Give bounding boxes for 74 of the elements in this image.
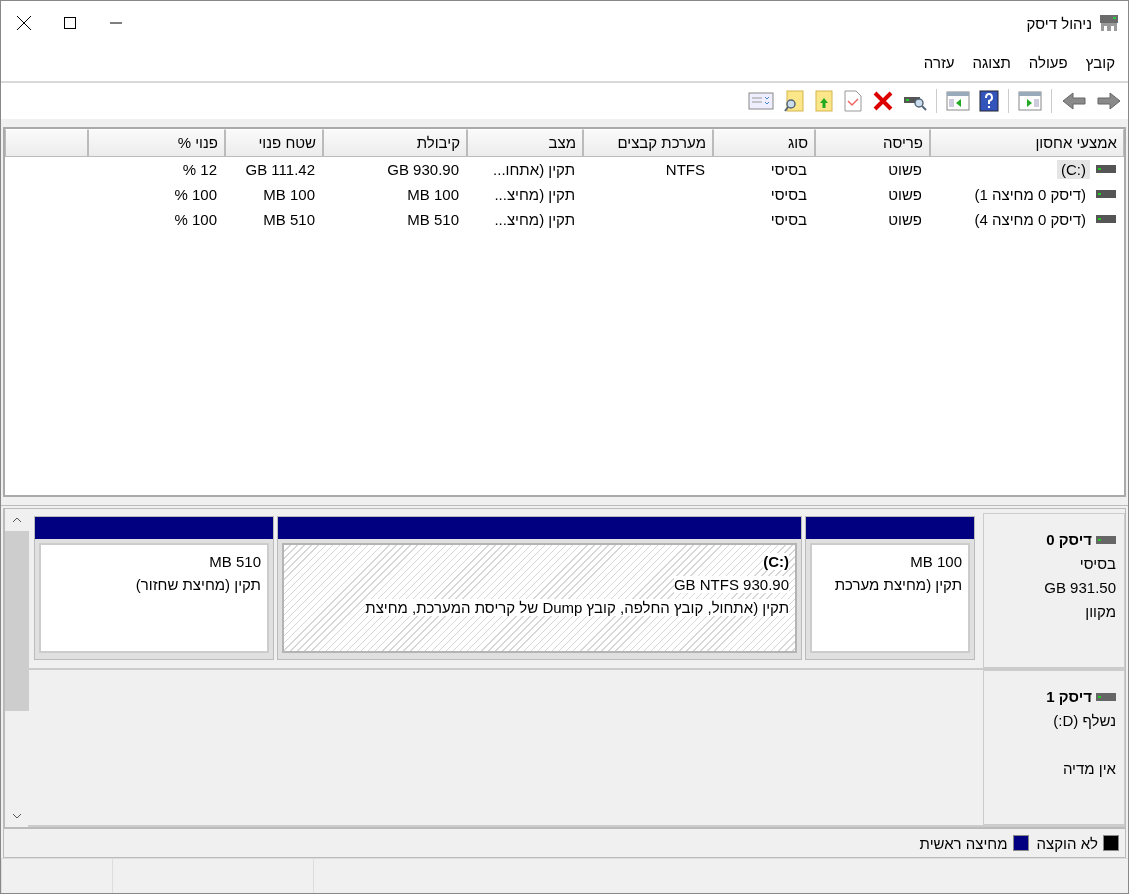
- menu-item[interactable]: קובץ: [1076, 54, 1124, 72]
- window-title: ניהול דיסק: [1026, 14, 1092, 32]
- scroll-up-icon[interactable]: [11, 517, 22, 524]
- volume-name[interactable]: (דיסק 0 מחיצה 4): [970, 209, 1090, 229]
- disk-management-icon: [1098, 13, 1120, 33]
- pane-icon[interactable]: [946, 90, 970, 111]
- column-header[interactable]: קיבולת: [323, 128, 467, 157]
- table-cell: 100 %: [174, 210, 217, 228]
- properties-icon[interactable]: [748, 90, 774, 111]
- menu-item[interactable]: תצוגה: [963, 54, 1020, 72]
- column-header[interactable]: סוג: [713, 128, 815, 157]
- document-check-icon[interactable]: [843, 89, 863, 112]
- drive-icon: [1096, 693, 1116, 702]
- table-cell: 100 %: [174, 185, 217, 203]
- disk-name: דיסק 1: [1046, 687, 1092, 708]
- close-icon: [17, 16, 31, 30]
- partition-info: תקין (אתחול, קובץ החלפה, קובץ Dump של קריסת המערכת, מחיצת: [365, 599, 789, 617]
- drive-icon: [1096, 214, 1116, 225]
- drive-icon: [1096, 189, 1116, 200]
- table-cell: בסיסי: [770, 210, 807, 228]
- legend-label: לא הוקצה: [1036, 834, 1098, 852]
- table-cell: פשוט: [888, 210, 922, 228]
- table-cell: 12 %: [182, 160, 217, 178]
- table-cell: תקין (אתחו...: [493, 160, 575, 178]
- table-cell: NTFS: [665, 160, 705, 178]
- forward-arrow-icon[interactable]: [1096, 89, 1122, 112]
- help-icon[interactable]: [979, 89, 999, 112]
- column-header[interactable]: מערכת קבצים: [583, 128, 713, 157]
- scroll-down-icon[interactable]: [11, 813, 22, 820]
- column-header[interactable]: פריסה: [815, 128, 930, 157]
- table-cell: בסיסי: [770, 185, 807, 203]
- partition-info: 510 MB: [209, 553, 261, 571]
- disk-status: אין מדיה: [1062, 760, 1116, 778]
- table-cell: 111.42 GB: [245, 160, 315, 178]
- volume-name[interactable]: (C:): [1057, 159, 1090, 179]
- table-cell: פשוט: [888, 160, 922, 178]
- disk-status: מקוון: [1085, 603, 1116, 621]
- partition-info: 100 MB: [910, 553, 962, 571]
- table-cell: 510 MB: [407, 210, 459, 228]
- back-arrow-icon[interactable]: [1061, 89, 1087, 112]
- scrollbar[interactable]: [4, 509, 28, 828]
- partition-info: תקין (מחיצת מערכת: [834, 576, 962, 594]
- partition-info: 930.90 GB NTFS: [673, 576, 789, 594]
- folder-search-icon[interactable]: [783, 89, 805, 112]
- disk-type: נשלף (D:): [1053, 712, 1116, 730]
- table-cell: 100 MB: [263, 185, 315, 203]
- table-cell: בסיסי: [770, 160, 807, 178]
- column-header[interactable]: מצב: [467, 128, 583, 157]
- delete-icon[interactable]: [872, 89, 894, 112]
- table-cell: 930.90 GB: [387, 160, 459, 178]
- disk-type: בסיסי: [1079, 555, 1116, 573]
- menu-item[interactable]: פעולה: [1019, 54, 1077, 72]
- menu-item[interactable]: עזרה: [914, 54, 964, 72]
- table-cell: תקין (מחיצ...: [494, 185, 575, 203]
- partition-title: (C:): [763, 553, 789, 571]
- folder-up-icon[interactable]: [814, 89, 834, 112]
- disk-label-panel[interactable]: דיסק 1 נשלף (D:) אין מדיה: [983, 670, 1125, 826]
- table-cell: 510 MB: [263, 210, 315, 228]
- drive-icon: [1096, 536, 1116, 545]
- disk-name: דיסק 0: [1046, 530, 1092, 551]
- column-header[interactable]: שטח פנוי: [225, 128, 323, 157]
- partition-info: תקין (מחיצת שחזור): [135, 576, 261, 594]
- pane-icon[interactable]: [1018, 90, 1042, 111]
- maximize-icon: [64, 17, 76, 29]
- drive-icon: [1096, 164, 1116, 175]
- table-cell: 100 MB: [407, 185, 459, 203]
- legend-label: מחיצה ראשית: [919, 834, 1008, 852]
- disk-size: 931.50 GB: [1044, 579, 1116, 597]
- volume-name[interactable]: (דיסק 0 מחיצה 1): [970, 184, 1090, 204]
- table-cell: תקין (מחיצ...: [494, 210, 575, 228]
- table-cell: פשוט: [888, 185, 922, 203]
- column-header[interactable]: [5, 128, 88, 157]
- column-header[interactable]: פנוי %: [88, 128, 225, 157]
- column-header[interactable]: אמצעי אחסון: [930, 128, 1124, 157]
